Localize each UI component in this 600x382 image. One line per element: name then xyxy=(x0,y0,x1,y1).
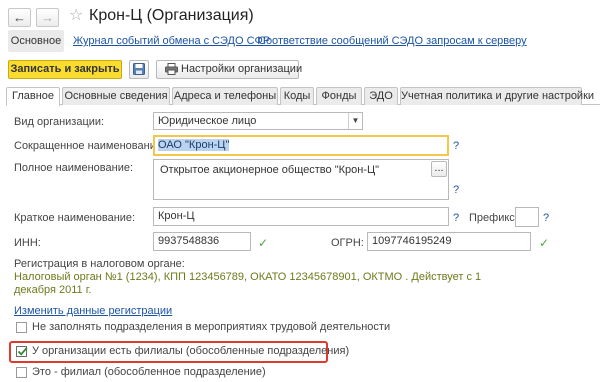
has-branches-label[interactable]: У организации есть филиалы (обособленные… xyxy=(32,344,349,359)
tab-edo[interactable]: ЭДО xyxy=(364,87,398,105)
tab-funds[interactable]: Фонды xyxy=(316,87,362,105)
brief-name-label: Краткое наименование: xyxy=(14,212,136,224)
short-name-help-icon[interactable]: ? xyxy=(453,139,459,154)
tab-accounting-policy[interactable]: Учетная политика и другие настройки xyxy=(400,87,594,105)
ogrn-valid-check-icon: ✓ xyxy=(539,236,550,250)
tab-addresses[interactable]: Адреса и телефоны xyxy=(172,87,278,105)
arrow-left-icon: ← xyxy=(13,10,26,25)
full-name-more-button[interactable]: ... xyxy=(431,161,447,177)
short-name-input[interactable]: ОАО "Крон-Ц" xyxy=(153,135,449,156)
floppy-disk-icon xyxy=(133,63,145,75)
nav-main[interactable]: Основное xyxy=(8,30,64,52)
ogrn-label: ОГРН: xyxy=(331,237,364,249)
org-type-select[interactable]: Юридическое лицо ▼ xyxy=(153,112,363,130)
ogrn-value: 1097746195249 xyxy=(372,235,452,247)
nav-link-sedo-log[interactable]: Журнал событий обмена с СЭДО СФР xyxy=(73,30,270,52)
back-button[interactable]: ← xyxy=(8,8,31,27)
inn-input[interactable]: 9937548836 xyxy=(153,232,251,251)
tax-reg-line-2: декабря 2011 г. xyxy=(14,284,92,296)
tab-basic-info[interactable]: Основные сведения xyxy=(62,87,170,105)
no-subdivisions-checkbox[interactable] xyxy=(16,322,27,333)
short-name-value: ОАО "Крон-Ц" xyxy=(158,139,230,151)
org-settings-button[interactable]: Настройки организации xyxy=(156,60,303,79)
inn-valid-check-icon: ✓ xyxy=(258,236,269,250)
forward-button[interactable]: → xyxy=(36,8,59,27)
page-title: Крон-Ц (Организация) xyxy=(89,7,254,24)
full-name-help-icon[interactable]: ? xyxy=(453,183,459,198)
has-branches-checkbox[interactable] xyxy=(16,346,28,357)
full-name-label: Полное наименование: xyxy=(14,162,134,174)
org-type-value: Юридическое лицо xyxy=(158,115,257,127)
save-and-close-button[interactable]: Записать и закрыть xyxy=(8,60,122,79)
full-name-input[interactable]: Открытое акционерное общество "Крон-Ц" .… xyxy=(153,159,449,200)
prefix-label: Префикс: xyxy=(469,212,518,224)
ogrn-input[interactable]: 1097746195249 xyxy=(367,232,531,251)
brief-name-help-icon[interactable]: ? xyxy=(453,211,459,226)
nav-link-sedo-mapping[interactable]: Соответствие сообщений СЭДО запросам к с… xyxy=(258,30,527,52)
short-name-label: Сокращенное наименование: xyxy=(14,140,166,152)
change-registration-link[interactable]: Изменить данные регистрации xyxy=(14,304,172,319)
chevron-down-icon[interactable]: ▼ xyxy=(348,113,362,129)
save-button[interactable] xyxy=(129,60,149,79)
printer-icon xyxy=(165,63,178,75)
tab-main[interactable]: Главное xyxy=(6,87,60,106)
arrow-right-icon: → xyxy=(41,10,54,25)
org-type-label: Вид организации: xyxy=(14,116,105,128)
inn-label: ИНН: xyxy=(14,237,41,249)
tab-codes[interactable]: Коды xyxy=(280,87,314,105)
tab-bar: Главное Основные сведения Адреса и телеф… xyxy=(6,87,594,106)
checkmark-icon xyxy=(17,347,28,356)
no-subdivisions-label[interactable]: Не заполнять подразделения в мероприятия… xyxy=(32,320,390,335)
prefix-input[interactable] xyxy=(515,207,539,227)
is-branch-checkbox[interactable] xyxy=(16,367,27,378)
full-name-value: Открытое акционерное общество "Крон-Ц" xyxy=(160,164,380,176)
prefix-help-icon[interactable]: ? xyxy=(543,211,549,226)
is-branch-label[interactable]: Это - филиал (обособленное подразделение… xyxy=(32,365,266,380)
favorite-star-icon[interactable]: ☆ xyxy=(69,6,83,26)
brief-name-input[interactable]: Крон-Ц xyxy=(153,207,449,226)
org-settings-label: Настройки организации xyxy=(181,63,303,75)
brief-name-value: Крон-Ц xyxy=(158,210,195,222)
inn-value: 9937548836 xyxy=(158,235,220,247)
